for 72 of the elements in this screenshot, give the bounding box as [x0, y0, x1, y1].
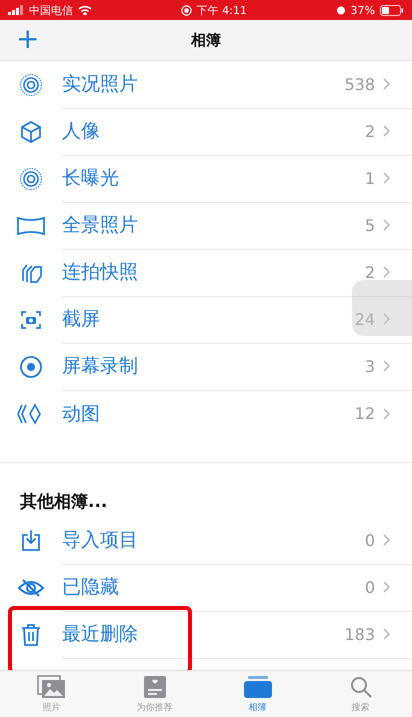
album-label: 全景照片: [62, 213, 139, 238]
wifi-icon: [78, 5, 92, 15]
album-row[interactable]: 导入项目 0: [0, 517, 412, 564]
battery-percent: 37%: [350, 4, 375, 16]
album-row[interactable]: 全景照片 5: [0, 202, 412, 249]
photos-icon: [36, 674, 66, 698]
album-count: 24: [354, 310, 375, 328]
add-button[interactable]: +: [12, 26, 44, 52]
album-row[interactable]: 长曝光 1: [0, 155, 412, 202]
time-text: 下午 4:11: [196, 2, 247, 18]
tab[interactable]: 照片: [0, 671, 103, 717]
album-row[interactable]: 实况照片 538: [0, 61, 412, 108]
album-label: 动图: [62, 402, 101, 426]
cube-icon: [19, 120, 43, 144]
for-you-icon: [142, 674, 166, 698]
album-row[interactable]: 已隐藏 0: [0, 564, 412, 611]
album-count: 2: [364, 262, 375, 282]
section-title: 其他相簿...: [20, 490, 108, 512]
carrier-text: 中国电信: [29, 2, 73, 18]
chevron-icon: [383, 360, 390, 372]
album-label: 截屏: [62, 307, 101, 332]
tab[interactable]: 相簿: [206, 671, 309, 717]
album-label: 实况照片: [62, 72, 139, 97]
tab[interactable]: 为你推荐: [103, 671, 206, 717]
battery-icon: [380, 4, 404, 16]
panorama-icon: [16, 214, 46, 236]
chevron-icon: [383, 628, 390, 640]
recording-icon: [180, 4, 192, 16]
hidden-eye-icon: [17, 578, 45, 598]
chevron-icon: [383, 172, 390, 184]
chevron-icon: [383, 125, 390, 137]
album-label: 最近删除: [62, 622, 139, 647]
album-label: 长曝光: [62, 166, 120, 191]
chevron-icon: [383, 266, 390, 278]
album-row[interactable]: 屏幕录制 3: [0, 343, 412, 390]
album-count: 5: [364, 216, 375, 234]
album-row[interactable]: 截屏 24: [0, 296, 412, 343]
chevron-icon: [383, 219, 390, 231]
record-icon: [19, 354, 43, 378]
chevron-icon: [383, 408, 390, 420]
assistive-touch-button[interactable]: [352, 280, 412, 336]
album-label: 人像: [62, 119, 101, 144]
album-label: 已隐藏: [62, 575, 120, 600]
album-count: 183: [344, 624, 375, 644]
album-row[interactable]: 最近删除 183: [0, 611, 412, 658]
live-photo-icon: [19, 72, 43, 96]
album-label: 导入项目: [62, 528, 139, 553]
album-row[interactable]: 动图 12: [0, 390, 412, 437]
album-label: 连拍快照: [62, 260, 139, 285]
chevron-icon: [383, 581, 390, 593]
album-count: 12: [354, 404, 375, 423]
album-count: 3: [364, 356, 375, 376]
album-label: 屏幕录制: [62, 354, 139, 379]
tab[interactable]: 搜索: [309, 671, 412, 717]
album-count: 0: [364, 530, 375, 550]
album-count: 1: [364, 168, 375, 188]
chevron-icon: [383, 78, 390, 90]
chevron-icon: [383, 534, 390, 546]
album-row[interactable]: 人像 2: [0, 108, 412, 155]
page-title: 相簿: [191, 30, 221, 50]
album-row[interactable]: 连拍快照 2: [0, 249, 412, 296]
live-photo-icon: [19, 166, 43, 190]
signal-icon: [8, 5, 24, 15]
album-count: 2: [364, 122, 375, 140]
album-count: 538: [344, 74, 375, 94]
chevron-icon: [383, 313, 390, 325]
album-count: 0: [364, 578, 375, 596]
albums-icon: [242, 674, 272, 698]
search-icon: [348, 674, 372, 698]
import-icon: [19, 528, 43, 552]
alarm-icon: [336, 5, 346, 15]
trash-icon: [20, 622, 42, 646]
